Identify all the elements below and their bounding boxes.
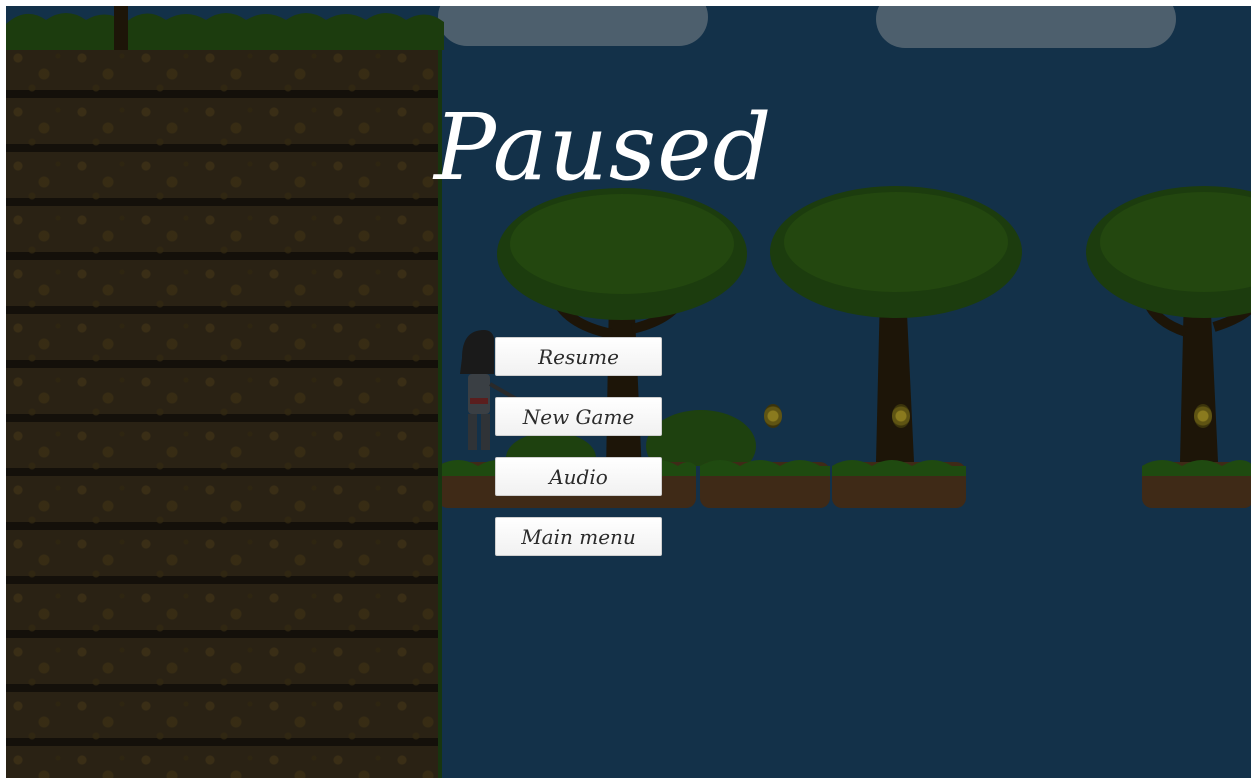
coin-icon (764, 404, 782, 428)
cliff-grass (6, 6, 444, 50)
audio-button[interactable]: Audio (495, 457, 662, 496)
platform (700, 460, 830, 508)
platform (1142, 460, 1251, 508)
tree (1086, 186, 1251, 462)
cloud (876, 6, 1176, 48)
cloud (438, 6, 708, 46)
coin-icon (892, 404, 910, 428)
coin-icon (1194, 404, 1212, 428)
game-viewport: Paused Resume New Game Audio Main menu (6, 6, 1251, 778)
dirt-cliff (6, 44, 442, 778)
new-game-button[interactable]: New Game (495, 397, 662, 436)
resume-button[interactable]: Resume (495, 337, 662, 376)
platform (832, 460, 966, 508)
pause-title: Paused (434, 94, 773, 201)
tree (770, 186, 1022, 462)
main-menu-button[interactable]: Main menu (495, 517, 662, 556)
